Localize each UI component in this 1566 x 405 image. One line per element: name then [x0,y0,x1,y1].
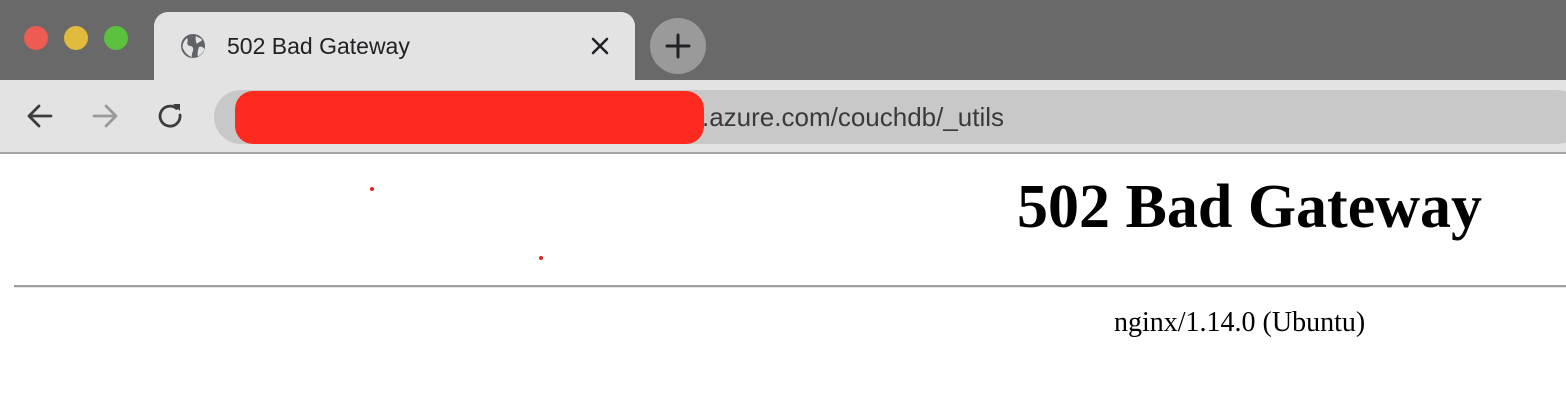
address-bar[interactable]: .azure.com/couchdb/_utils [214,90,1566,144]
browser-toolbar: .azure.com/couchdb/_utils [0,80,1566,152]
globe-icon [179,32,207,60]
window-minimize-button[interactable] [64,26,88,50]
tab-active[interactable]: 502 Bad Gateway [154,12,635,82]
forward-button[interactable] [89,100,121,132]
page-heading: 502 Bad Gateway [1017,173,1482,241]
arrow-right-icon [92,104,118,128]
close-icon[interactable] [586,32,614,60]
horizontal-rule [14,285,1566,288]
arrow-left-icon [27,104,53,128]
stray-mark [539,256,543,260]
reload-icon [158,104,182,128]
tab-strip: 502 Bad Gateway [0,0,1566,82]
server-info: nginx/1.14.0 (Ubuntu) [1114,307,1366,338]
reload-button[interactable] [154,100,186,132]
browser-window: 502 Bad Gateway .azure.com/couchdb/_util… [0,0,1566,405]
back-button[interactable] [24,100,56,132]
stray-mark [370,187,374,191]
page-content: 502 Bad Gateway nginx/1.14.0 (Ubuntu) [0,154,1566,405]
url-text: .azure.com/couchdb/_utils [702,102,1005,132]
tab-title: 502 Bad Gateway [227,33,410,59]
window-maximize-button[interactable] [104,26,128,50]
window-close-button[interactable] [24,26,48,50]
url-redaction [235,91,704,144]
new-tab-button[interactable] [650,18,706,74]
plus-icon [665,33,691,59]
